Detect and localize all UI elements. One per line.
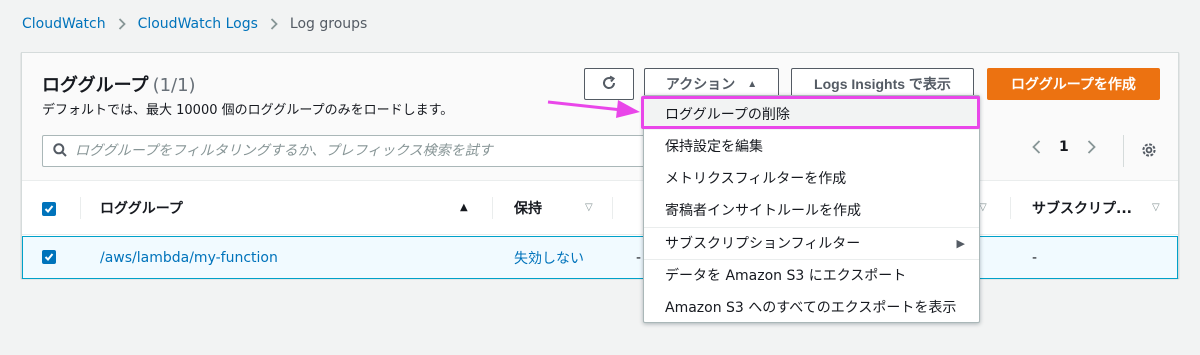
select-all-checkbox[interactable] <box>42 202 56 216</box>
page-number[interactable]: 1 <box>1059 139 1069 155</box>
title-count: (1/1) <box>152 75 196 96</box>
panel-description: デフォルトでは、最大 10000 個のロググループのみをロードします。 <box>42 103 454 118</box>
create-log-group-button[interactable]: ロググループを作成 <box>987 68 1160 100</box>
search-box <box>42 135 662 167</box>
refresh-icon <box>601 75 617 94</box>
pointer-arrow-icon <box>546 96 642 124</box>
menu-item-edit-retention[interactable]: 保持設定を編集 <box>644 130 979 162</box>
column-divider <box>612 197 613 219</box>
actions-label: アクション <box>665 76 736 92</box>
column-header-log-group[interactable]: ロググループ <box>100 181 183 235</box>
page-title: ロググループ (1/1) <box>42 71 196 97</box>
column-header-retention[interactable]: 保持 <box>514 181 542 235</box>
sort-icon[interactable]: ▽ <box>979 202 987 213</box>
caret-up-icon: ▲ <box>747 78 758 90</box>
search-icon <box>53 142 67 161</box>
pagination: 1 <box>1032 139 1096 155</box>
menu-item-label: サブスクリプションフィルター <box>665 236 861 252</box>
retention-value[interactable]: 失効しない <box>514 237 584 278</box>
highlight-box <box>641 96 980 129</box>
menu-item-create-contributor-insights-rule[interactable]: 寄稿者インサイトルールを作成 <box>644 194 979 226</box>
gear-icon[interactable] <box>1140 141 1158 163</box>
column-divider <box>492 197 493 219</box>
log-group-name-link[interactable]: /aws/lambda/my-function <box>100 237 278 278</box>
title-text: ロググループ <box>42 75 149 96</box>
sort-ascending-icon[interactable]: ▲ <box>460 202 468 213</box>
sort-icon[interactable]: ▽ <box>1152 202 1160 213</box>
chevron-right-icon <box>118 18 126 30</box>
pager-divider <box>1123 135 1124 167</box>
search-input[interactable] <box>75 143 635 159</box>
subscription-value: - <box>1032 249 1038 266</box>
column-divider <box>80 197 81 219</box>
cell-value: - <box>636 249 642 266</box>
menu-item-view-all-s3-exports[interactable]: Amazon S3 へのすべてのエクスポートを表示 <box>644 291 979 323</box>
breadcrumb-cloudwatch[interactable]: CloudWatch <box>22 16 106 32</box>
menu-item-export-to-s3[interactable]: データを Amazon S3 にエクスポート <box>644 259 979 291</box>
sort-icon[interactable]: ▽ <box>585 202 593 213</box>
breadcrumb: CloudWatch CloudWatch Logs Log groups <box>22 16 367 32</box>
actions-menu: ロググループの削除 保持設定を編集 メトリクスフィルターを作成 寄稿者インサイト… <box>643 95 980 323</box>
menu-item-create-metric-filter[interactable]: メトリクスフィルターを作成 <box>644 162 979 194</box>
log-groups-panel: ロググループ (1/1) デフォルトでは、最大 10000 個のロググループのみを… <box>21 52 1179 279</box>
table-header: ロググループ ▲ 保持 ▽ ▽ サブスクリプ... ▽ <box>22 181 1178 235</box>
breadcrumb-log-groups: Log groups <box>289 16 368 32</box>
caret-right-icon: ▶ <box>956 236 965 250</box>
row-checkbox[interactable] <box>42 250 56 264</box>
chevron-right-icon[interactable] <box>1087 140 1096 154</box>
chevron-left-icon[interactable] <box>1032 140 1041 154</box>
table-row[interactable]: /aws/lambda/my-function 失効しない - - <box>22 236 1178 279</box>
column-divider <box>1010 197 1011 219</box>
chevron-right-icon <box>270 18 278 30</box>
breadcrumb-cloudwatch-logs[interactable]: CloudWatch Logs <box>138 16 258 32</box>
column-header-subscription[interactable]: サブスクリプ... <box>1032 181 1132 235</box>
menu-item-subscription-filters[interactable]: サブスクリプションフィルター ▶ <box>644 227 979 259</box>
